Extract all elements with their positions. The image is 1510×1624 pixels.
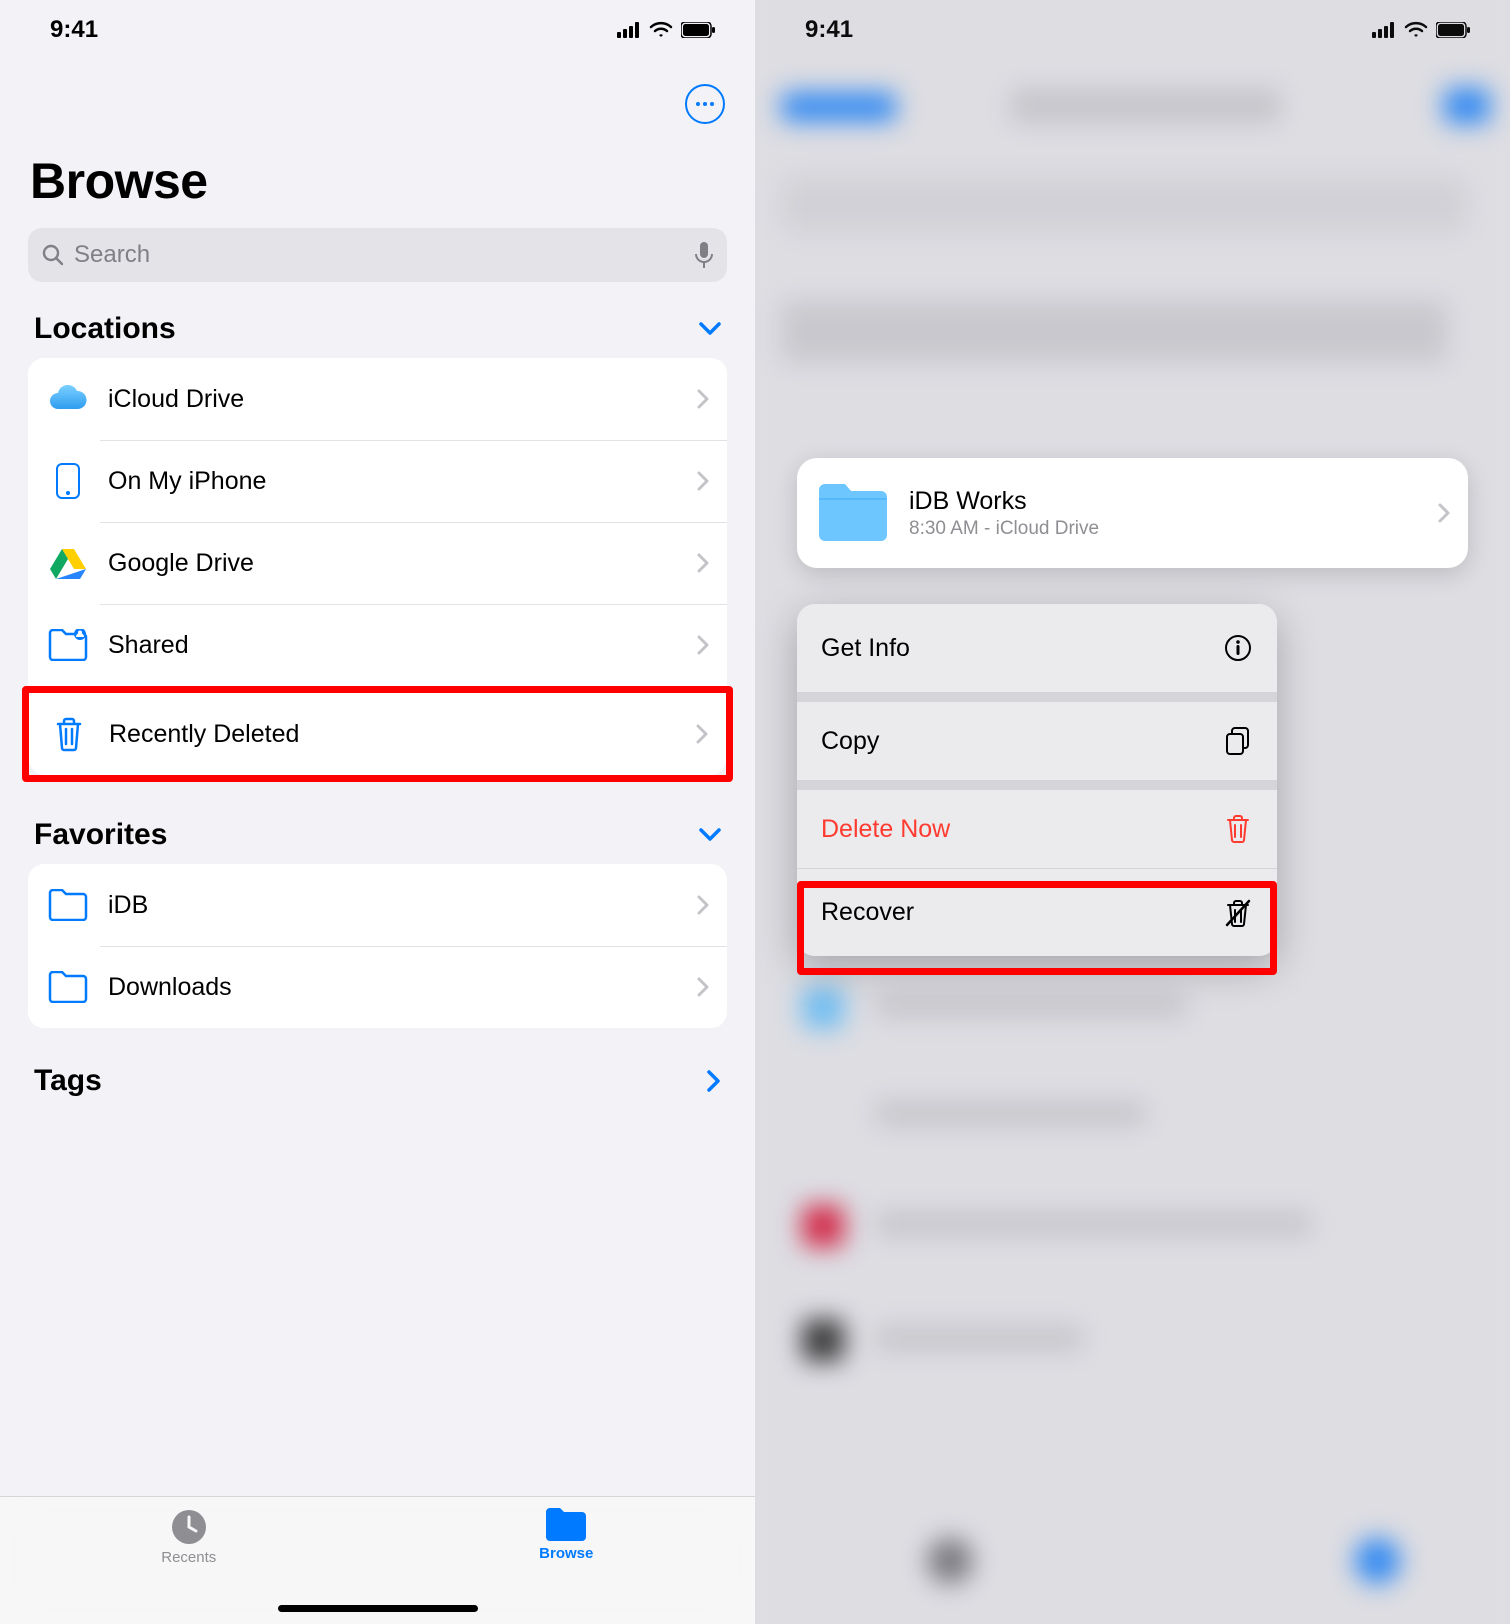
chevron-right-icon bbox=[697, 389, 709, 409]
row-label: Recently Deleted bbox=[109, 720, 678, 749]
recover-icon bbox=[1223, 898, 1253, 928]
search-bar[interactable] bbox=[28, 228, 727, 282]
menu-label: Recover bbox=[821, 898, 914, 927]
locations-header[interactable]: Locations bbox=[0, 312, 755, 358]
row-label: Google Drive bbox=[108, 549, 679, 578]
status-bar: 9:41 bbox=[0, 0, 755, 60]
chevron-right-icon bbox=[697, 977, 709, 997]
page-title: Browse bbox=[0, 132, 755, 228]
menu-delete-now[interactable]: Delete Now bbox=[797, 780, 1277, 868]
clock-icon bbox=[169, 1507, 209, 1547]
favorites-list: iDB Downloads bbox=[28, 864, 727, 1028]
row-label: On My iPhone bbox=[108, 467, 679, 496]
copy-icon bbox=[1223, 726, 1253, 756]
status-time: 9:41 bbox=[50, 16, 98, 44]
chevron-right-icon bbox=[707, 1070, 721, 1092]
menu-copy[interactable]: Copy bbox=[797, 692, 1277, 780]
location-recently-deleted[interactable]: Recently Deleted bbox=[29, 693, 726, 775]
menu-recover[interactable]: Recover bbox=[797, 868, 1277, 956]
chevron-right-icon bbox=[697, 471, 709, 491]
menu-label: Delete Now bbox=[821, 815, 950, 844]
row-label: Shared bbox=[108, 631, 679, 660]
tab-bar: Recents Browse bbox=[0, 1496, 755, 1624]
location-on-my-iphone[interactable]: On My iPhone bbox=[28, 440, 727, 522]
selected-title: iDB Works bbox=[909, 487, 1420, 516]
favorites-title: Favorites bbox=[34, 818, 167, 852]
locations-title: Locations bbox=[34, 312, 176, 346]
menu-get-info[interactable]: Get Info bbox=[797, 604, 1277, 692]
tab-browse[interactable]: Browse bbox=[476, 1507, 656, 1562]
recently-deleted-highlight: Recently Deleted bbox=[22, 686, 733, 782]
row-label: iCloud Drive bbox=[108, 385, 679, 414]
location-shared[interactable]: Shared bbox=[28, 604, 727, 686]
tags-header[interactable]: Tags bbox=[0, 1064, 755, 1110]
folder-icon bbox=[46, 883, 90, 927]
chevron-right-icon bbox=[697, 635, 709, 655]
selected-item-card[interactable]: iDB Works 8:30 AM - iCloud Drive bbox=[797, 458, 1468, 568]
folder-icon bbox=[544, 1507, 588, 1543]
more-button[interactable] bbox=[685, 84, 725, 124]
menu-label: Copy bbox=[821, 727, 879, 756]
chevron-right-icon bbox=[696, 724, 708, 744]
search-icon bbox=[42, 244, 64, 266]
chevron-right-icon bbox=[697, 895, 709, 915]
selected-subtitle: 8:30 AM - iCloud Drive bbox=[909, 518, 1420, 540]
chevron-down-icon bbox=[699, 828, 721, 842]
home-indicator bbox=[278, 1605, 478, 1612]
status-icons bbox=[617, 21, 715, 39]
tab-recents[interactable]: Recents bbox=[99, 1507, 279, 1566]
wifi-icon bbox=[649, 21, 673, 39]
search-input[interactable] bbox=[74, 241, 685, 269]
row-label: iDB bbox=[108, 891, 679, 920]
cellular-icon bbox=[617, 22, 641, 38]
favorite-downloads[interactable]: Downloads bbox=[28, 946, 727, 1028]
chevron-right-icon bbox=[697, 553, 709, 573]
battery-icon bbox=[681, 22, 715, 38]
tab-label: Browse bbox=[539, 1545, 593, 1562]
context-menu: Get Info Copy Delete Now Recover bbox=[797, 604, 1277, 956]
right-screenshot: 9:41 iDB Works 8:30 AM - iCloud Drive Ge… bbox=[755, 0, 1510, 1624]
tags-title: Tags bbox=[34, 1064, 102, 1098]
cloud-icon bbox=[46, 377, 90, 421]
chevron-right-icon bbox=[1438, 503, 1450, 523]
google-drive-icon bbox=[46, 541, 90, 585]
trash-icon bbox=[47, 712, 91, 756]
location-icloud-drive[interactable]: iCloud Drive bbox=[28, 358, 727, 440]
header-actions bbox=[0, 60, 755, 132]
favorites-header[interactable]: Favorites bbox=[0, 818, 755, 864]
locations-list: iCloud Drive On My iPhone Google Drive bbox=[28, 358, 727, 686]
microphone-icon[interactable] bbox=[695, 242, 713, 268]
shared-folder-icon bbox=[46, 623, 90, 667]
info-icon bbox=[1223, 633, 1253, 663]
trash-icon bbox=[1223, 814, 1253, 844]
menu-label: Get Info bbox=[821, 634, 910, 663]
chevron-down-icon bbox=[699, 322, 721, 336]
favorite-idb[interactable]: iDB bbox=[28, 864, 727, 946]
location-google-drive[interactable]: Google Drive bbox=[28, 522, 727, 604]
left-screenshot: 9:41 Browse Locations bbox=[0, 0, 755, 1624]
iphone-icon bbox=[46, 459, 90, 503]
folder-icon bbox=[46, 965, 90, 1009]
row-label: Downloads bbox=[108, 973, 679, 1002]
folder-icon bbox=[815, 481, 891, 545]
tab-label: Recents bbox=[161, 1549, 216, 1566]
